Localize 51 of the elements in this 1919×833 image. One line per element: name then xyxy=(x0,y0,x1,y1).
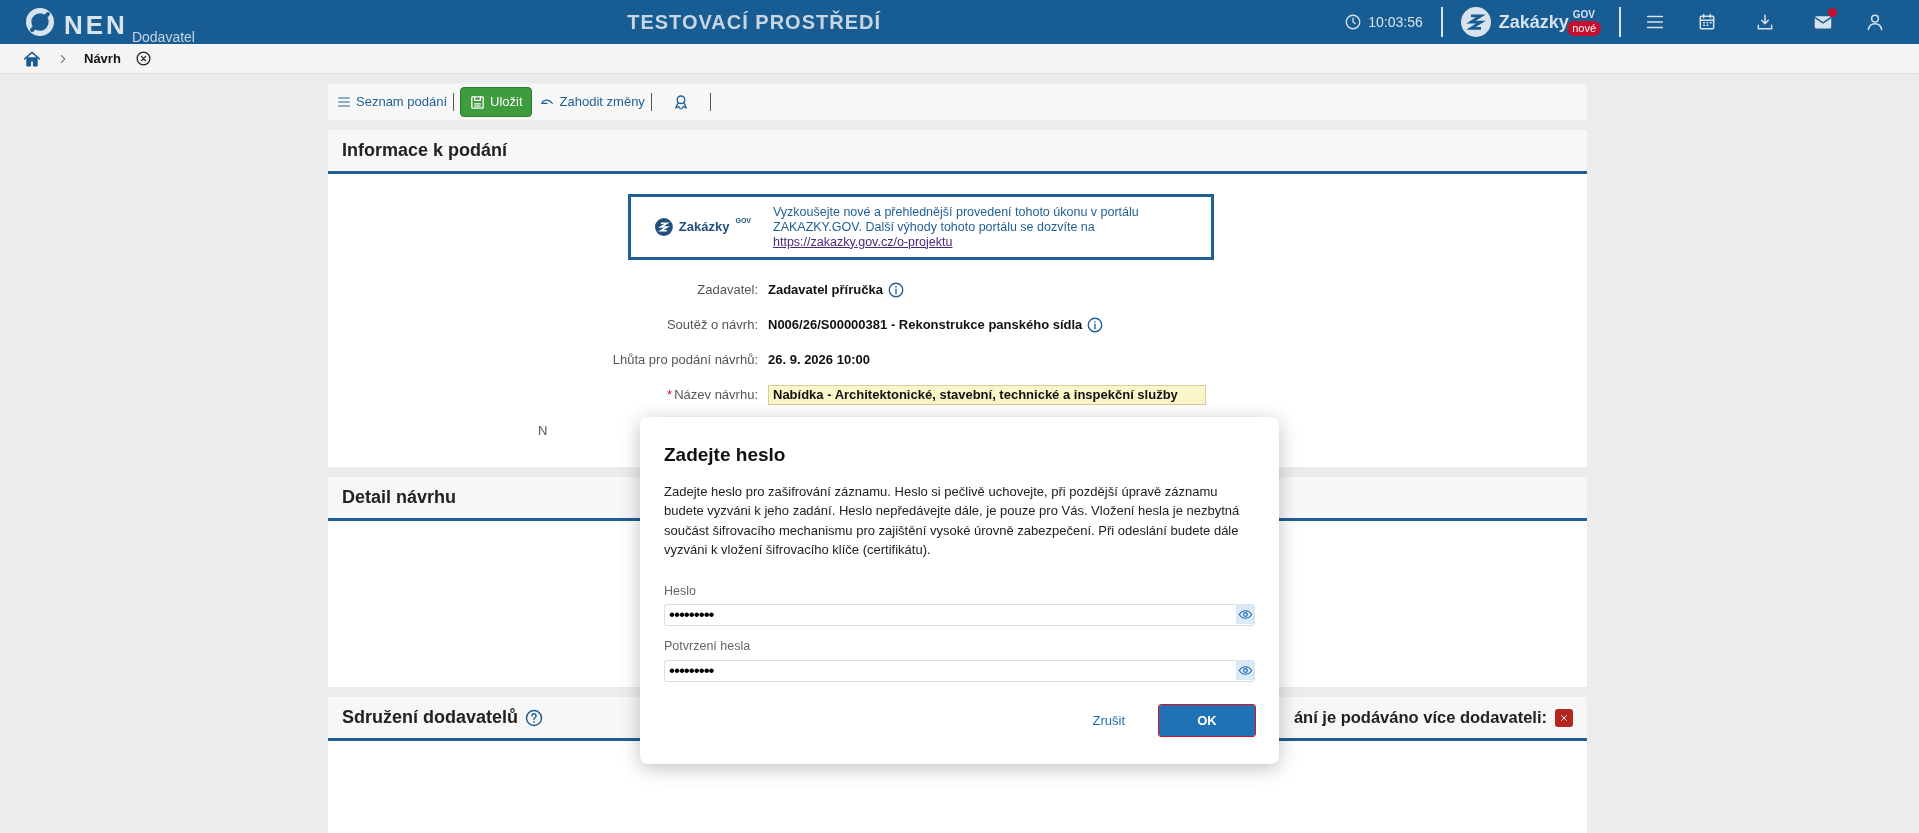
banner-text: Vyzkoušejte nové a přehlednější provedení tohoto úkonu v portálu ZAKAZKY.GOV. Další výhody tohoto portálu se dozvíte na https://zakazky.gov.cz/o-projektu xyxy=(772,204,1140,250)
clock-icon xyxy=(1344,13,1363,31)
new-badge: nové xyxy=(1567,21,1601,36)
environment-title: TESTOVACÍ PROSTŘEDÍ xyxy=(627,9,881,35)
cancel-button[interactable]: Zrušit xyxy=(1088,710,1129,731)
field-label: Heslo xyxy=(664,582,697,600)
close-icon xyxy=(134,50,152,67)
calendar-icon xyxy=(1697,12,1717,32)
field-label: Název návrhu: xyxy=(674,385,758,404)
field-label: Potvrzení hesla xyxy=(664,638,752,656)
title-input[interactable]: Nabídka - Architektonické, stavební, technické a inspekční služby xyxy=(768,384,1206,405)
required-mark: * xyxy=(667,385,673,404)
list-icon xyxy=(336,94,352,110)
portal-sup: GOV xyxy=(1572,8,1595,22)
clock-time: 10:03:56 xyxy=(1368,12,1423,32)
logo-text: NEN xyxy=(64,12,128,38)
show-password-button[interactable] xyxy=(1236,604,1254,625)
show-password-button[interactable] xyxy=(1236,660,1254,680)
ring-logo-icon xyxy=(24,6,56,38)
close-tab-button[interactable] xyxy=(134,50,152,67)
dialog-title: Zadejte heslo xyxy=(664,443,787,467)
field-label: N xyxy=(538,422,548,438)
field-label: Lhůta pro podání návrhů: xyxy=(612,350,758,369)
portal-name: Zakázky xyxy=(1498,10,1569,34)
panel-title: Informace k podání xyxy=(342,139,508,162)
dialog-text: Zadejte heslo pro zašifrování záznamu. Heslo si pečlivě uchovejte, při pozdější úpravě záznamu budete vyzváni k jeho zadání. Heslo nepředávejte dále, je pouze pro Vás. Vložení hesla je nezbytná součást šifrovacího mechanismu pro zajištění vysoké úrovně zabezpečení. Při odeslání budete dále vyzváni k vložení šifrovacího klíče (certifikátu). xyxy=(664,482,1241,559)
breadcrumb-current: Návrh xyxy=(84,49,121,68)
field-label: Zadavatel: xyxy=(697,280,758,299)
field-value: Zadavatel příručka xyxy=(768,280,883,299)
panel-title: Detail návrhu xyxy=(342,486,457,509)
association-question: ání je podáváno více dodavateli: xyxy=(1293,707,1547,729)
field-value: N006/26/S00000381 - Rekonstrukce panského sídla xyxy=(768,315,1083,334)
zakazky-logo-icon xyxy=(655,216,673,238)
zakazky-logo-icon xyxy=(1460,7,1491,37)
help-icon xyxy=(524,707,545,728)
password-field[interactable]: ••••••••• xyxy=(664,660,1255,682)
save-icon xyxy=(469,93,487,111)
field-label: Soutěž o návrh: xyxy=(666,315,758,334)
answer-toggle[interactable] xyxy=(1555,708,1573,727)
toolbar-link[interactable]: Seznam podání xyxy=(336,92,448,112)
field-value: 26. 9. 2026 10:00 xyxy=(768,350,870,369)
ok-button[interactable]: OK xyxy=(1159,705,1255,736)
logo-subtitle: Dodavatel xyxy=(131,30,195,44)
password-field[interactable]: ••••••••• xyxy=(664,604,1255,627)
toolbar-link[interactable]: Zahodit změny xyxy=(537,92,645,112)
user-icon xyxy=(1865,12,1885,32)
save-button[interactable]: Uložit xyxy=(460,87,532,117)
panel-title: Sdružení dodavatelů xyxy=(342,706,519,729)
portal-about-link[interactable]: https://zakazky.gov.cz/o-projektu xyxy=(773,234,953,249)
download-icon xyxy=(1755,12,1775,32)
banner-brand: Zakázky xyxy=(678,218,730,237)
